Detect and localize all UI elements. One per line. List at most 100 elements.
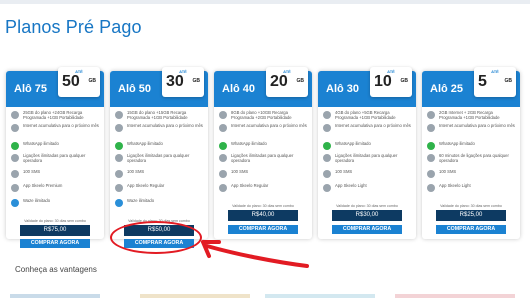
plan-feature: Ligações ilimitadas para qualquer operad… xyxy=(11,153,101,163)
data-icon xyxy=(323,111,331,119)
feature-text: WhatsApp ilimitado xyxy=(439,141,475,146)
feature-text: 100 SMS xyxy=(127,169,145,174)
advantages-label: Conheça as vantagens xyxy=(15,265,97,274)
sms-icon xyxy=(323,170,331,178)
feature-text: 8GB do plano +10GB Recarga Programada +2… xyxy=(231,110,292,120)
rollover-icon xyxy=(11,124,19,132)
plan-feature: 60 minutos de ligações para qualquer ope… xyxy=(427,153,517,163)
phone-icon xyxy=(115,154,123,162)
validity-text: Validade do plano: 30 dias sem combo xyxy=(336,204,398,208)
phone-icon xyxy=(427,154,435,162)
plan-feature: Internet acumulativa para o próximo mês xyxy=(115,123,205,132)
feature-text: 100 SMS xyxy=(335,169,353,174)
plan-name: Alô 30 xyxy=(326,83,360,95)
plan-header: Alô 40 ATÉ 20 GB xyxy=(214,67,312,107)
data-allowance-unit: GB xyxy=(504,78,513,84)
promo-strip xyxy=(395,294,515,298)
plan-feature: WhatsApp ilimitado xyxy=(219,141,309,150)
plan-feature: App Skeelo Regular xyxy=(115,183,205,192)
plan-feature: 4GB do plano +5GB Recarga Programada +1G… xyxy=(323,110,413,120)
skeelo-icon xyxy=(323,184,331,192)
plan-feature: Ligações ilimitadas para qualquer operad… xyxy=(323,153,413,163)
skeelo-icon xyxy=(115,184,123,192)
price-label: R$30,00 xyxy=(332,210,402,221)
buy-now-button[interactable]: COMPRAR AGORA xyxy=(20,239,90,248)
promo-strip xyxy=(265,294,375,298)
sms-icon xyxy=(115,170,123,178)
plan-feature: 100 SMS xyxy=(323,169,413,178)
feature-text: Ligações ilimitadas para qualquer operad… xyxy=(335,153,398,163)
feature-text: WhatsApp ilimitado xyxy=(127,141,163,146)
plan-feature: Internet acumulativa para o próximo mês xyxy=(11,123,101,132)
feature-text: Internet acumulativa para o próximo mês xyxy=(335,123,411,128)
data-allowance-value: 30 xyxy=(166,73,184,90)
plan-card: Alô 50 ATÉ 30 GB 15GB do plano +15GB Rec… xyxy=(110,67,208,248)
whatsapp-icon xyxy=(427,142,435,150)
feature-text: App Skeelo Light xyxy=(335,183,367,188)
plan-feature: WhatsApp ilimitado xyxy=(11,141,101,150)
sms-icon xyxy=(219,170,227,178)
feature-text: 2GB Internet + 2GB Recarga Programada +1… xyxy=(439,110,500,120)
feature-text: Waze ilimitado xyxy=(23,198,51,203)
plan-feature: App Skeelo Premium xyxy=(11,183,101,192)
feature-text: Ligações ilimitadas para qualquer operad… xyxy=(231,153,294,163)
page-title: Planos Pré Pago xyxy=(5,17,142,37)
data-allowance-value: 10 xyxy=(374,73,392,90)
plan-feature: WhatsApp ilimitado xyxy=(427,141,517,150)
feature-text: Ligações ilimitadas para qualquer operad… xyxy=(127,153,190,163)
top-divider xyxy=(0,0,530,4)
plan-card: Alô 75 ATÉ 50 GB 25GB do plano +24GB Rec… xyxy=(6,67,104,248)
plan-feature: Waze ilimitado xyxy=(11,198,101,207)
data-allowance-badge: ATÉ 50 GB xyxy=(58,67,100,97)
plan-name: Alô 50 xyxy=(118,83,152,95)
feature-text: App Skeelo Regular xyxy=(127,183,165,188)
plan-card: Alô 25 ATÉ 5 GB 2GB Internet + 2GB Recar… xyxy=(422,67,520,239)
plan-card: Alô 30 ATÉ 10 GB 4GB do plano +5GB Recar… xyxy=(318,67,416,239)
feature-text: 100 SMS xyxy=(23,169,41,174)
phone-icon xyxy=(219,154,227,162)
validity-text: Validade do plano: 30 dias sem combo xyxy=(440,204,502,208)
feature-text: Ligações ilimitadas para qualquer operad… xyxy=(23,153,86,163)
promo-strip xyxy=(10,294,100,298)
skeelo-icon xyxy=(427,184,435,192)
whatsapp-icon xyxy=(323,142,331,150)
feature-text: 25GB do plano +24GB Recarga Programada +… xyxy=(23,110,84,120)
data-allowance-value: 5 xyxy=(478,73,487,90)
rollover-icon xyxy=(427,124,435,132)
plan-feature: 100 SMS xyxy=(11,169,101,178)
phone-icon xyxy=(323,154,331,162)
plan-feature: Waze ilimitado xyxy=(115,198,205,207)
buy-now-button[interactable]: COMPRAR AGORA xyxy=(436,225,506,234)
plan-feature: 100 SMS xyxy=(427,169,517,178)
price-label: R$40,00 xyxy=(228,210,298,221)
rollover-icon xyxy=(219,124,227,132)
data-icon xyxy=(219,111,227,119)
plan-feature: 15GB do plano +15GB Recarga Programada +… xyxy=(115,110,205,120)
plan-feature: App Skeelo Regular xyxy=(219,183,309,192)
plan-name: Alô 75 xyxy=(14,83,48,95)
buy-now-button[interactable]: COMPRAR AGORA xyxy=(228,225,298,234)
data-icon xyxy=(11,111,19,119)
plan-feature: 8GB do plano +10GB Recarga Programada +2… xyxy=(219,110,309,120)
plan-name: Alô 25 xyxy=(430,83,464,95)
data-allowance-value: 20 xyxy=(270,73,288,90)
sms-icon xyxy=(11,170,19,178)
plan-feature: WhatsApp ilimitado xyxy=(323,141,413,150)
plan-feature: App Skeelo Light xyxy=(323,183,413,192)
plan-feature: 100 SMS xyxy=(219,169,309,178)
plan-feature: Internet acumulativa para o próximo mês xyxy=(219,123,309,132)
whatsapp-icon xyxy=(115,142,123,150)
plan-feature: WhatsApp ilimitado xyxy=(115,141,205,150)
feature-text: Internet acumulativa para o próximo mês xyxy=(23,123,99,128)
promo-strip xyxy=(140,294,250,298)
plan-feature: Internet acumulativa para o próximo mês xyxy=(323,123,413,132)
highlight-annotation-ring xyxy=(110,221,202,254)
feature-text: 60 minutos de ligações para qualquer ope… xyxy=(439,153,509,163)
buy-now-button[interactable]: COMPRAR AGORA xyxy=(332,225,402,234)
data-allowance-badge: ATÉ 30 GB xyxy=(162,67,204,97)
feature-text: App Skeelo Light xyxy=(439,183,471,188)
feature-text: 100 SMS xyxy=(231,169,249,174)
plan-feature: App Skeelo Light xyxy=(427,183,517,192)
data-icon xyxy=(427,111,435,119)
rollover-icon xyxy=(115,124,123,132)
